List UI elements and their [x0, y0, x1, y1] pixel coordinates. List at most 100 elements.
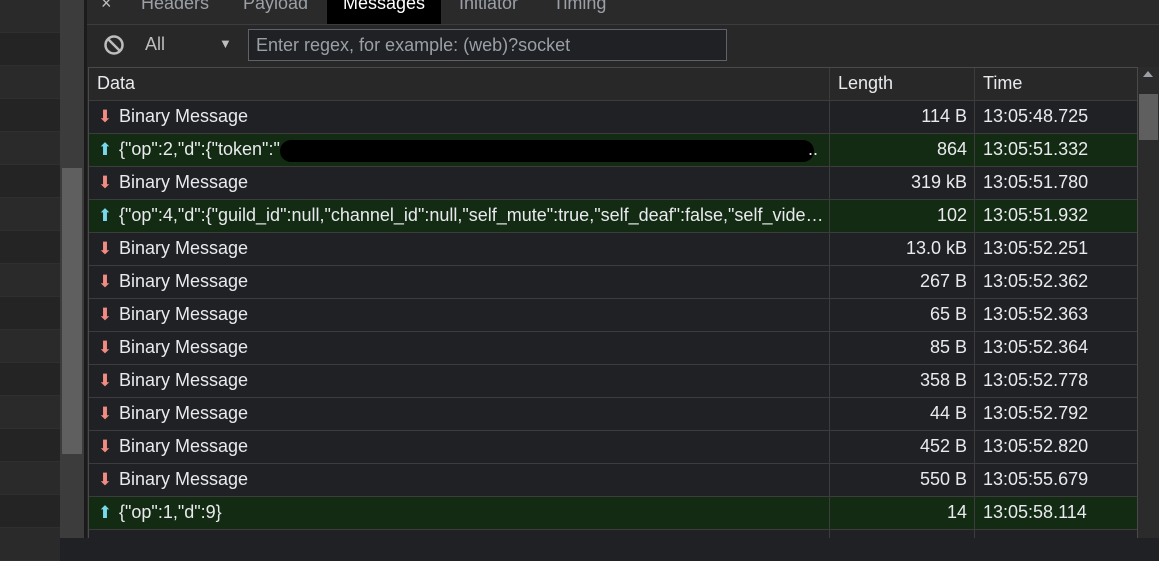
table-row[interactable]: ⬇ Binary Message 358 B 13:05:52.778 — [89, 365, 1137, 398]
table-row[interactable]: ⬇ Binary Message 44 B 13:05:52.792 — [89, 398, 1137, 431]
message-length-cell: 85 B — [830, 332, 975, 364]
message-time-cell: 13:05:52.364 — [983, 337, 1089, 357]
request-list-row[interactable] — [0, 132, 60, 165]
column-header-length[interactable]: Length — [830, 68, 975, 100]
message-length-cell: 864 — [830, 134, 975, 166]
request-list-row[interactable] — [0, 396, 60, 429]
tab-payload[interactable]: Payload — [227, 0, 324, 24]
message-text: Binary Message — [119, 403, 249, 423]
filter-bar: All ▼ — [87, 25, 1159, 65]
request-list-row[interactable] — [0, 528, 60, 561]
table-scroll-thumb[interactable] — [1139, 94, 1158, 140]
message-time-cell: 13:05:51.332 — [983, 139, 1089, 159]
table-row[interactable]: ⬆ {"op":2,"d":{"token":".. 864 13:05:51.332 — [89, 134, 1137, 167]
message-time-cell: 13:05:52.820 — [983, 436, 1089, 456]
chevron-down-icon: ▼ — [219, 36, 232, 51]
message-text: Binary Message — [119, 370, 249, 390]
column-header-data[interactable]: Data — [89, 68, 830, 100]
message-data-cell: ⬇ Binary Message — [89, 398, 830, 430]
request-list-row[interactable] — [0, 330, 60, 363]
request-list-row[interactable] — [0, 0, 60, 33]
tab-messages[interactable]: Messages — [327, 0, 442, 24]
table-row[interactable]: ⬇ Binary Message 13.0 kB 13:05:52.251 — [89, 233, 1137, 266]
message-length-cell: 14 — [830, 497, 975, 529]
table-scrollbar[interactable] — [1138, 67, 1159, 538]
arrow-up-icon: ⬆ — [97, 206, 113, 225]
message-data-cell: ⬇ Binary Message — [89, 266, 830, 298]
table-row[interactable]: ⬇ — [89, 530, 1137, 538]
close-icon[interactable]: × — [101, 0, 112, 18]
request-list-row[interactable] — [0, 429, 60, 462]
message-data-cell: ⬇ Binary Message — [89, 167, 830, 199]
column-header-time[interactable]: Time — [975, 68, 1137, 100]
message-length-cell: 65 B — [830, 299, 975, 331]
message-data-cell: ⬇ — [89, 530, 830, 538]
arrow-down-icon: ⬇ — [97, 338, 113, 357]
arrow-up-icon: ⬆ — [97, 503, 113, 522]
table-row[interactable]: ⬇ Binary Message 319 kB 13:05:51.780 — [89, 167, 1137, 200]
message-length-cell: 550 B — [830, 464, 975, 496]
message-text: Binary Message — [119, 106, 249, 126]
message-text: Binary Message — [119, 337, 249, 357]
arrow-down-icon: ⬇ — [97, 470, 113, 489]
message-time-cell: 13:05:52.778 — [983, 370, 1089, 390]
request-list — [0, 0, 60, 561]
arrow-down-icon: ⬇ — [97, 107, 113, 126]
message-data-cell: ⬆ {"op":1,"d":9} — [89, 497, 830, 529]
tab-timing[interactable]: Timing — [537, 0, 622, 24]
message-data-cell: ⬇ Binary Message — [89, 233, 830, 265]
block-icon[interactable] — [103, 34, 125, 61]
arrow-down-icon: ⬇ — [97, 239, 113, 258]
table-header-row: Data Length Time — [89, 68, 1137, 101]
message-data-cell: ⬇ Binary Message — [89, 431, 830, 463]
tab-initiator[interactable]: Initiator — [443, 0, 534, 24]
message-text: Binary Message — [119, 469, 249, 489]
message-time-cell: 13:05:51.780 — [983, 172, 1089, 192]
regex-filter-input[interactable] — [248, 29, 727, 61]
arrow-down-icon: ⬇ — [97, 437, 113, 456]
request-list-row[interactable] — [0, 33, 60, 66]
filter-selected-value: All — [145, 34, 166, 54]
message-data-cell: ⬆ {"op":4,"d":{"guild_id":null,"channel_i… — [89, 200, 830, 232]
request-list-row[interactable] — [0, 231, 60, 264]
request-list-row[interactable] — [0, 297, 60, 330]
arrow-up-icon: ⬆ — [97, 140, 113, 159]
request-list-row[interactable] — [0, 99, 60, 132]
request-list-row[interactable] — [0, 198, 60, 231]
table-row[interactable]: ⬇ Binary Message 550 B 13:05:55.679 — [89, 464, 1137, 497]
message-time-cell: 13:05:52.362 — [983, 271, 1089, 291]
message-filter-select[interactable]: All ▼ — [143, 32, 235, 58]
table-row[interactable]: ⬇ Binary Message 114 B 13:05:48.725 — [89, 101, 1137, 134]
table-row[interactable]: ⬇ Binary Message 65 B 13:05:52.363 — [89, 299, 1137, 332]
messages-table: Data Length Time ⬇ Binary Message 114 B 13:… — [88, 67, 1138, 538]
tab-headers[interactable]: Headers — [125, 0, 225, 24]
request-list-scrollbar[interactable] — [60, 0, 84, 538]
message-length-cell: 267 B — [830, 266, 975, 298]
request-list-row[interactable] — [0, 165, 60, 198]
message-text: Binary Message — [119, 271, 249, 291]
arrow-down-icon: ⬇ — [97, 371, 113, 390]
table-row[interactable]: ⬆ {"op":1,"d":9} 14 13:05:58.114 — [89, 497, 1137, 530]
truncation-ellipsis: .. — [808, 139, 819, 159]
message-data-cell: ⬇ Binary Message — [89, 299, 830, 331]
request-list-row[interactable] — [0, 462, 60, 495]
table-row[interactable]: ⬇ Binary Message 452 B 13:05:52.820 — [89, 431, 1137, 464]
message-text: Binary Message — [119, 436, 249, 456]
message-data-cell: ⬇ Binary Message — [89, 464, 830, 496]
request-list-row[interactable] — [0, 495, 60, 528]
request-list-row[interactable] — [0, 363, 60, 396]
message-length-cell: 114 B — [830, 101, 975, 133]
message-data-cell: ⬇ Binary Message — [89, 365, 830, 397]
table-row[interactable]: ⬇ Binary Message 85 B 13:05:52.364 — [89, 332, 1137, 365]
message-time-cell: 13:05:55.679 — [983, 469, 1089, 489]
request-list-row[interactable] — [0, 66, 60, 99]
message-text: Binary Message — [119, 304, 249, 324]
table-row[interactable]: ⬇ Binary Message 267 B 13:05:52.362 — [89, 266, 1137, 299]
arrow-down-icon: ⬇ — [97, 173, 113, 192]
table-row[interactable]: ⬆ {"op":4,"d":{"guild_id":null,"channel_i… — [89, 200, 1137, 233]
message-text: Binary Message — [119, 172, 249, 192]
request-list-row[interactable] — [0, 264, 60, 297]
scroll-up-icon[interactable] — [1143, 71, 1153, 77]
request-list-scroll-thumb[interactable] — [62, 168, 82, 454]
message-time-cell: 13:05:52.363 — [983, 304, 1089, 324]
